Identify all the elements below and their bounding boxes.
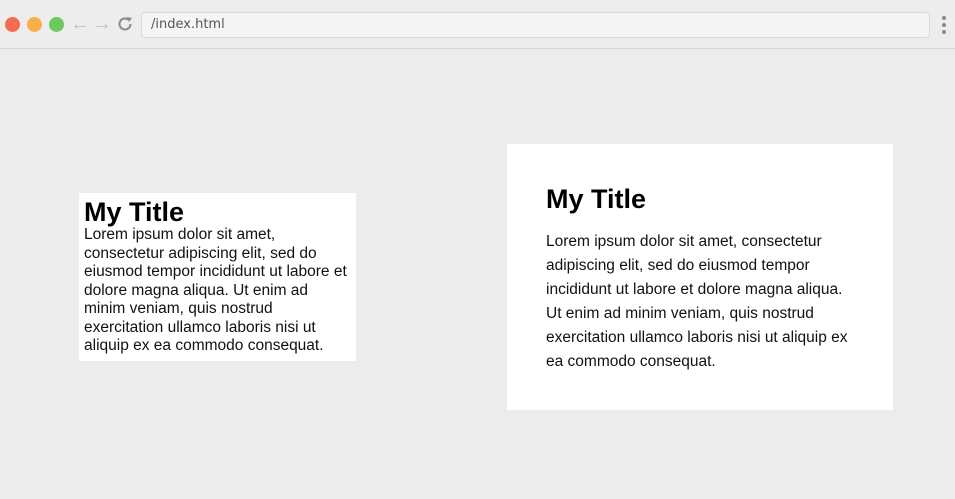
address-bar[interactable]: /index.html (141, 12, 930, 38)
compact-card: My Title Lorem ipsum dolor sit amet, con… (79, 193, 356, 361)
reload-icon[interactable] (115, 13, 135, 35)
kebab-menu-icon[interactable] (941, 16, 947, 34)
page-viewport: My Title Lorem ipsum dolor sit amet, con… (0, 49, 955, 499)
close-window-button[interactable] (5, 17, 20, 32)
minimize-window-button[interactable] (27, 17, 42, 32)
card-body: Lorem ipsum dolor sit amet, consectetur … (84, 226, 347, 354)
arrow-left-icon[interactable]: ← (70, 13, 90, 35)
arrow-right-icon[interactable]: → (92, 13, 112, 35)
browser-toolbar: ← → /index.html (0, 0, 955, 49)
card-body: Lorem ipsum dolor sit amet, consectetur … (546, 233, 848, 370)
maximize-window-button[interactable] (49, 17, 64, 32)
card-title: My Title (84, 197, 185, 227)
spacious-card: My Title Lorem ipsum dolor sit amet, con… (507, 144, 893, 410)
card-title: My Title (546, 184, 647, 214)
